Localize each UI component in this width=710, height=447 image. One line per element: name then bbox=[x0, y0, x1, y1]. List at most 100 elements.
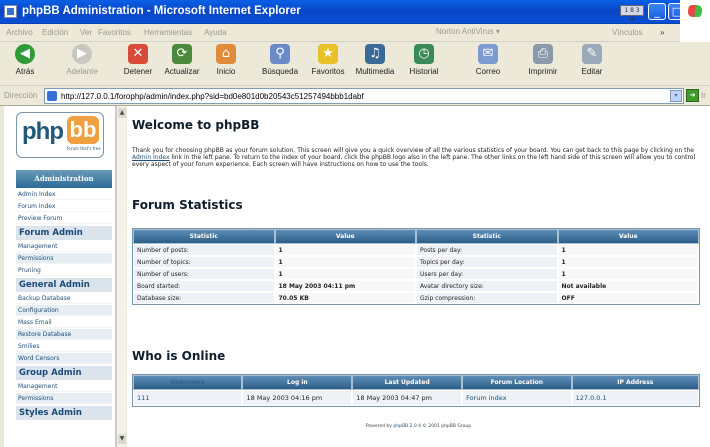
menu-favoritos[interactable]: Favoritos bbox=[98, 28, 131, 37]
intro-text-end: link in the left pane. To return to the … bbox=[132, 154, 696, 169]
home-label: Inicio bbox=[216, 67, 236, 76]
search-button[interactable]: ⚲ Búsqueda bbox=[256, 44, 304, 76]
logo-php-text: php bbox=[22, 118, 64, 145]
menu-ver[interactable]: Ver bbox=[80, 28, 92, 37]
edit-label: Editar bbox=[581, 67, 603, 76]
stop-button[interactable]: ✕ Detener bbox=[118, 44, 158, 76]
value-col-header: Value bbox=[557, 229, 699, 244]
menu-herramientas[interactable]: Herramientas bbox=[144, 28, 192, 37]
window-titlebar[interactable]: phpBB Administration - Microsoft Interne… bbox=[0, 0, 710, 24]
main-content: Welcome to phpBB Thank you for choosing … bbox=[127, 106, 710, 447]
scroll-up-icon[interactable]: ▲ bbox=[118, 108, 126, 118]
table-row: Number of posts: 1 Posts per day: 1 bbox=[133, 244, 699, 256]
favorites-button[interactable]: ★ Favoritos bbox=[306, 44, 350, 76]
scroll-down-icon[interactable]: ▼ bbox=[118, 434, 126, 444]
phpbb-version-link[interactable]: phpBB 2.0.4 bbox=[393, 424, 421, 429]
menu-ayuda[interactable]: Ayuda bbox=[204, 28, 227, 37]
admin-index-link[interactable]: Admin Index bbox=[132, 154, 170, 161]
logo-bb-text: bb bbox=[67, 116, 99, 144]
nav-preview-forum[interactable]: Preview Forum bbox=[16, 213, 112, 224]
vinculos-link[interactable]: Vínculos bbox=[612, 28, 643, 37]
ip-address-col-header: IP Address bbox=[571, 375, 699, 390]
menu-edicion[interactable]: Edición bbox=[42, 28, 68, 37]
login-col-header: Log in bbox=[242, 375, 353, 390]
footer-text: Powered by bbox=[365, 424, 394, 429]
nav-word-censors[interactable]: Word Censors bbox=[16, 353, 112, 364]
stat-value: 70.05 KB bbox=[274, 292, 416, 304]
edit-button[interactable]: ✎ Editar bbox=[576, 44, 608, 76]
nav-group-management[interactable]: Management bbox=[16, 381, 112, 392]
windows-logo bbox=[680, 0, 710, 42]
nav-group-permissions[interactable]: Permissions bbox=[16, 393, 112, 404]
browser-toolbar: ◀ Atrás ▶ Adelante ✕ Detener ⟳ Actualiza… bbox=[0, 42, 710, 86]
online-username-link[interactable]: 111 bbox=[133, 390, 243, 406]
search-icon: ⚲ bbox=[270, 44, 290, 64]
history-icon: ◷ bbox=[414, 44, 434, 64]
last-updated-col-header: Last Updated bbox=[352, 375, 463, 390]
media-button[interactable]: ♫ Multimedia bbox=[352, 44, 398, 76]
stop-label: Detener bbox=[123, 67, 153, 76]
ie-app-icon[interactable] bbox=[4, 5, 17, 18]
stat-value: 1 bbox=[274, 244, 416, 256]
nav-pruning[interactable]: Pruning bbox=[16, 265, 112, 276]
stat-label: Avatar directory size: bbox=[416, 280, 558, 292]
nav-backup-database[interactable]: Backup Database bbox=[16, 293, 112, 304]
go-arrow-icon[interactable]: ➜ bbox=[686, 89, 699, 102]
address-field[interactable]: http://127.0.0.1/forophp/admin/index.php… bbox=[44, 88, 684, 104]
refresh-button[interactable]: ⟳ Actualizar bbox=[160, 44, 204, 76]
nav-forum-management[interactable]: Management bbox=[16, 241, 112, 252]
print-button[interactable]: ⎙ Imprimir bbox=[522, 44, 564, 76]
nav-pane-scrollbar[interactable]: ▲ ▼ bbox=[116, 106, 126, 447]
nav-forum-permissions[interactable]: Permissions bbox=[16, 253, 112, 264]
stat-label: Users per day: bbox=[416, 268, 558, 280]
stop-icon: ✕ bbox=[128, 44, 148, 64]
nav-smilies[interactable]: Smilies bbox=[16, 341, 112, 352]
administration-header: Administration bbox=[16, 170, 112, 188]
nav-admin-index[interactable]: Admin Index bbox=[16, 189, 112, 200]
table-row: 111 18 May 2003 04:16 pm 18 May 2003 04:… bbox=[133, 390, 699, 406]
phpbb-logo[interactable]: php bb forum that's free bbox=[16, 112, 104, 158]
address-url[interactable]: http://127.0.0.1/forophp/admin/index.php… bbox=[61, 92, 364, 101]
favorites-label: Favoritos bbox=[311, 67, 345, 76]
forward-button[interactable]: ▶ Adelante bbox=[64, 44, 100, 76]
menu-archivo[interactable]: Archivo bbox=[6, 28, 33, 37]
home-button[interactable]: ⌂ Inicio bbox=[210, 44, 242, 76]
printer-icon: ⎙ bbox=[533, 44, 553, 64]
mail-label: Correo bbox=[475, 67, 501, 76]
go-button-label[interactable]: Ir bbox=[701, 91, 706, 100]
logo-tagline: forum that's free bbox=[67, 146, 101, 151]
stat-value: 1 bbox=[274, 268, 416, 280]
intro-paragraph: Thank you for choosing phpBB as your for… bbox=[132, 147, 697, 169]
nav-restore-database[interactable]: Restore Database bbox=[16, 329, 112, 340]
norton-antivirus-menu[interactable]: Norton AntiVirus ▾ bbox=[436, 27, 500, 36]
stat-col-header: Statistic bbox=[133, 229, 275, 244]
history-button[interactable]: ◷ Historial bbox=[404, 44, 444, 76]
window-title: phpBB Administration - Microsoft Interne… bbox=[22, 5, 301, 17]
home-icon: ⌂ bbox=[216, 44, 236, 64]
stat-label: Gzip compression: bbox=[416, 292, 558, 304]
minimize-button[interactable]: _ bbox=[648, 3, 666, 20]
stat-col-header: Statistic bbox=[416, 229, 558, 244]
table-row: Number of topics: 1 Topics per day: 1 bbox=[133, 256, 699, 268]
nav-configuration[interactable]: Configuration bbox=[16, 305, 112, 316]
overflow-chevron-icon[interactable]: » bbox=[660, 28, 664, 37]
stat-value: 1 bbox=[557, 244, 699, 256]
stat-label: Board started: bbox=[133, 280, 275, 292]
online-login-time: 18 May 2003 04:16 pm bbox=[242, 390, 353, 406]
nav-mass-email[interactable]: Mass Email bbox=[16, 317, 112, 328]
username-col-header: Username bbox=[133, 375, 243, 390]
stat-value: Not available bbox=[557, 280, 699, 292]
forward-label: Adelante bbox=[66, 67, 98, 76]
back-button[interactable]: ◀ Atrás bbox=[10, 44, 40, 76]
who-is-online-title: Who is Online bbox=[132, 349, 226, 363]
address-dropdown-icon[interactable]: ▾ bbox=[670, 90, 682, 102]
value-col-header: Value bbox=[274, 229, 416, 244]
online-forum-location-link[interactable]: Forum index bbox=[462, 390, 572, 406]
windows-flag-icon bbox=[687, 5, 703, 17]
intro-text-start: Thank you for choosing phpBB as your for… bbox=[132, 147, 694, 154]
nav-forum-index[interactable]: Forum Index bbox=[16, 201, 112, 212]
mail-button[interactable]: ✉ Correo bbox=[470, 44, 506, 76]
welcome-title: Welcome to phpBB bbox=[132, 118, 260, 132]
online-ip-address-link[interactable]: 127.0.0.1 bbox=[571, 390, 699, 406]
online-header-row: Username Log in Last Updated Forum Locat… bbox=[133, 375, 699, 390]
